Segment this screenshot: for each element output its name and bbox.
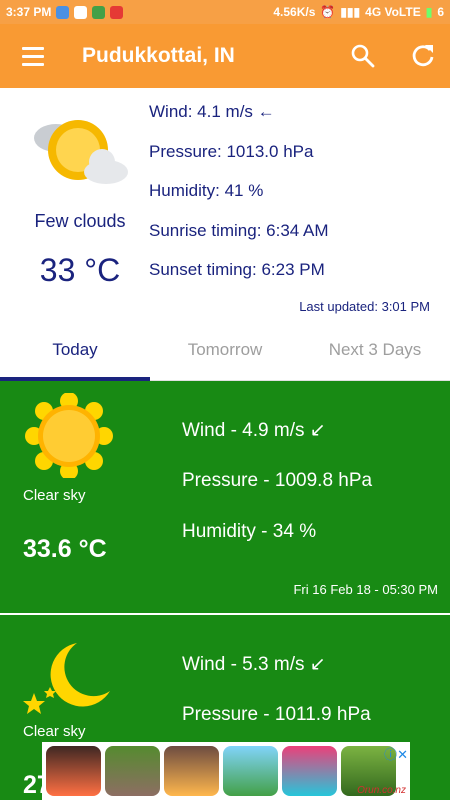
current-pressure: Pressure: 1013.0 hPa [149,141,314,161]
current-weather-panel: Few clouds 33 °C Wind: 4.1 m/s ← Pressur… [0,88,450,328]
moon-stars-icon [23,643,110,714]
forecast-pressure: Pressure - 1011.9 hPa [182,704,371,725]
forecast-description: Clear sky [23,723,86,740]
sun-icon [25,393,113,478]
app-notification-icon [110,5,124,19]
hamburger-menu-icon[interactable] [22,46,44,66]
signal-icon: ▮▮▮ [340,5,361,19]
forecast-pressure: Pressure - 1009.8 hPa [182,470,373,491]
tab-next-3-days[interactable]: Next 3 Days [300,328,450,380]
network-speed: 4.56K/s [273,5,316,19]
ad-game-tile[interactable] [105,746,160,796]
forecast-date: Fri 16 Feb 18 - 05:30 PM [293,582,438,597]
tab-tomorrow[interactable]: Tomorrow [150,328,300,380]
refresh-icon[interactable] [409,42,437,70]
forecast-humidity: Humidity - 34 % [182,521,317,542]
forecast-card: Clear sky 33.6 °C Wind - 4.9 m/s ↙ Press… [0,381,450,613]
forecast-description: Clear sky [23,487,86,504]
ad-game-tile[interactable] [164,746,219,796]
current-wind: Wind: 4.1 m/s ← [149,102,275,121]
ad-game-tile[interactable] [46,746,101,796]
last-updated: Last updated: 3:01 PM [299,299,430,314]
app-toolbar: Pudukkottai, IN [0,24,450,88]
ad-game-tile[interactable] [282,746,337,796]
current-description: Few clouds [34,211,126,231]
current-sunset: Sunset timing: 6:23 PM [149,260,325,279]
battery-level: 6 [437,5,444,19]
status-time: 3:37 PM [6,5,52,19]
battery-icon: ▮ [425,5,433,19]
tab-today[interactable]: Today [0,328,150,381]
current-humidity: Humidity: 41 % [149,181,264,200]
current-temperature: 33 °C [39,252,121,288]
ad-banner[interactable]: ⓘ✕ Orun.co.nz [42,742,410,800]
network-type: 4G VoLTE [365,5,421,19]
forecast-wind: Wind - 4.9 m/s ↙ [182,420,326,441]
search-icon[interactable] [349,42,377,70]
ad-info-close-icon[interactable]: ⓘ✕ [384,744,408,763]
sun-behind-cloud-icon [34,120,128,184]
app-notification-icon [56,5,70,19]
forecast-temperature: 33.6 °C [23,535,107,563]
forecast-wind: Wind - 5.3 m/s ↙ [182,654,326,675]
watermark: Orun.co.nz [357,785,406,796]
forecast-tabs: Today Tomorrow Next 3 Days [0,328,450,381]
current-details: Wind: 4.1 m/s ← Pressure: 1013.0 hPa Hum… [149,100,329,298]
app-notification-icon [74,5,88,19]
status-bar: 3:37 PM 4.56K/s ⏰ ▮▮▮ 4G VoLTE ▮ 6 [0,0,450,24]
alarm-icon: ⏰ [320,5,336,19]
app-notification-icon [92,5,106,19]
city-title: Pudukkottai, IN [82,44,235,67]
ad-game-tile[interactable] [223,746,278,796]
current-sunrise: Sunrise timing: 6:34 AM [149,220,329,240]
